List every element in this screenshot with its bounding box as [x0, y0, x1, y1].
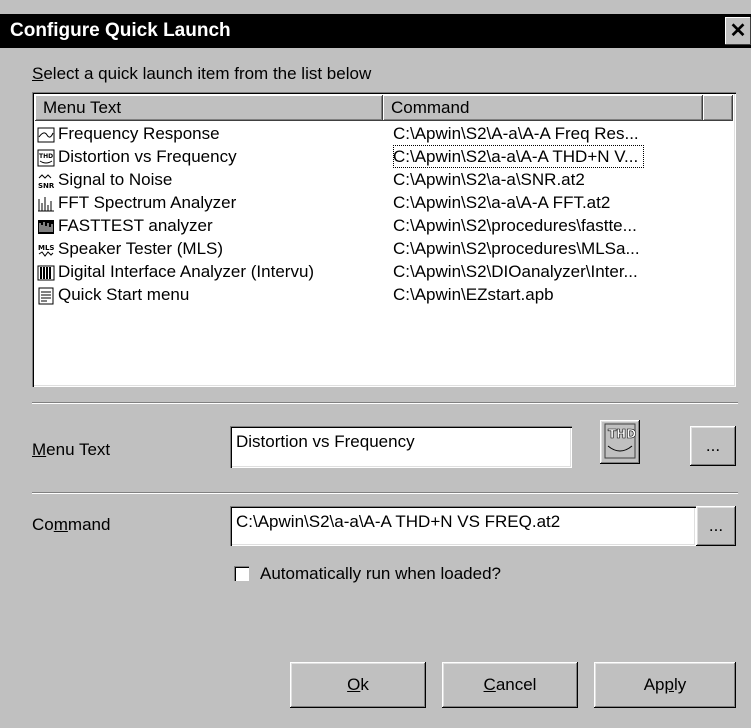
separator — [32, 492, 738, 494]
list-item-text: FASTTEST analyzer — [58, 216, 213, 235]
column-header-command[interactable]: Command — [383, 95, 703, 121]
list-item-text: Speaker Tester (MLS) — [58, 239, 224, 258]
list-item-command: C:\Apwin\S2\procedures\MLSa... — [393, 239, 640, 258]
intervu-icon — [37, 264, 55, 282]
list-item[interactable]: FASTTEST analyzer C:\Apwin\S2\procedures… — [35, 214, 733, 237]
ok-button[interactable]: Ok — [290, 662, 426, 708]
menu-icon-button[interactable]: THD — [600, 420, 640, 464]
list-item[interactable]: Digital Interface Analyzer (Intervu) C:\… — [35, 260, 733, 283]
list-rows: Frequency Response C:\Apwin\S2\A-a\A-A F… — [35, 122, 733, 306]
list-item[interactable]: FFT Spectrum Analyzer C:\Apwin\S2\a-a\A-… — [35, 191, 733, 214]
fft-icon — [37, 195, 55, 213]
list-item-command: C:\Apwin\S2\procedures\fastte... — [393, 216, 637, 235]
configure-quick-launch-dialog: Configure Quick Launch ✕ Select a quick … — [0, 0, 751, 728]
list-item-selected[interactable]: THD Distortion vs Frequency C:\Apwin\S2\a… — [35, 145, 733, 168]
list-item-command: C:\Apwin\S2\a-a\A-A FFT.at2 — [393, 193, 611, 212]
window-title: Configure Quick Launch — [10, 20, 231, 41]
icon-browse-button[interactable]: ... — [690, 426, 736, 466]
command-field[interactable]: C:\Apwin\S2\a-a\A-A THD+N VS FREQ.at2 — [230, 506, 696, 546]
list-item-command: C:\Apwin\S2\a-a\SNR.at2 — [393, 170, 585, 189]
list-item-text: Frequency Response — [58, 124, 220, 143]
close-icon: ✕ — [729, 20, 747, 42]
close-button[interactable]: ✕ — [725, 17, 751, 45]
mls-icon: MLS — [37, 241, 55, 259]
list-item[interactable]: MLS Speaker Tester (MLS) C:\Apwin\S2\proc… — [35, 237, 733, 260]
instruction-label: Select a quick launch item from the list… — [32, 64, 372, 83]
fasttest-icon — [37, 218, 55, 236]
autorun-label[interactable]: Automatically run when loaded? — [260, 564, 501, 584]
list-item-text: Quick Start menu — [58, 285, 190, 304]
list-header: Menu Text Command — [35, 95, 733, 121]
svg-text:MLS: MLS — [38, 244, 54, 252]
menu-text-label: Menu Text — [32, 440, 111, 459]
snr-icon: SNR — [37, 172, 55, 190]
list-item-command: C:\Apwin\S2\DIOanalyzer\Inter... — [393, 262, 638, 281]
list-item[interactable]: Frequency Response C:\Apwin\S2\A-a\A-A F… — [35, 122, 733, 145]
command-browse-button[interactable]: ... — [696, 506, 736, 546]
list-item-text: Distortion vs Frequency — [58, 147, 237, 166]
thd-icon: THD — [37, 149, 55, 167]
list-item[interactable]: SNR Signal to Noise C:\Apwin\S2\a-a\SNR.a… — [35, 168, 733, 191]
svg-text:THD: THD — [608, 427, 636, 441]
frequency-response-icon — [37, 126, 55, 144]
apply-button[interactable]: Apply — [594, 662, 736, 708]
list-item-command: C:\Apwin\S2\a-a\A-A THD+N V... — [393, 145, 645, 168]
column-header-filler — [703, 95, 733, 121]
list-item-text: Signal to Noise — [58, 170, 173, 189]
list-item[interactable]: Quick Start menu C:\Apwin\EZstart.apb — [35, 283, 733, 306]
title-bar[interactable]: Configure Quick Launch ✕ — [0, 14, 751, 48]
separator — [32, 402, 738, 404]
quickstart-icon — [37, 287, 55, 305]
svg-text:SNR: SNR — [38, 182, 55, 190]
svg-text:THD: THD — [39, 153, 53, 160]
command-label: Command — [32, 515, 111, 534]
column-header-menu-text[interactable]: Menu Text — [35, 95, 383, 121]
thd-icon: THD — [604, 423, 637, 459]
list-item-text: Digital Interface Analyzer (Intervu) — [58, 262, 315, 281]
menu-text-field[interactable]: Distortion vs Frequency — [230, 426, 572, 468]
list-item-command: C:\Apwin\S2\A-a\A-A Freq Res... — [393, 124, 639, 143]
list-item-command: C:\Apwin\EZstart.apb — [393, 285, 554, 304]
autorun-checkbox[interactable] — [234, 566, 249, 581]
list-item-text: FFT Spectrum Analyzer — [58, 193, 237, 212]
cancel-button[interactable]: Cancel — [442, 662, 578, 708]
quick-launch-list[interactable]: Menu Text Command Frequency Response C:\… — [32, 92, 736, 387]
